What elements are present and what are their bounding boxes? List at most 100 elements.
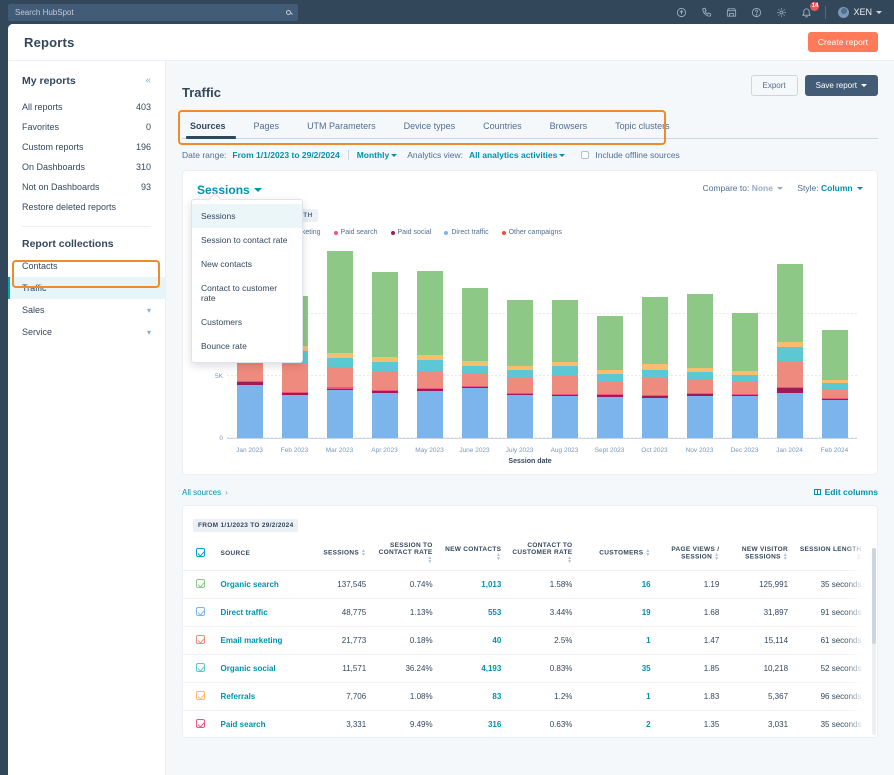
bar-segment-organic-search[interactable] (551, 300, 578, 363)
bar-segment-other-campaigns[interactable] (596, 381, 623, 395)
sidebar-item-all-reports[interactable]: All reports 403 (8, 97, 165, 117)
row-checkbox[interactable] (196, 663, 206, 672)
stacked-bar[interactable] (506, 300, 533, 438)
cell-new-contacts[interactable]: 1,013 (436, 570, 506, 599)
global-search[interactable] (8, 3, 298, 21)
bar-segment-direct-traffic[interactable] (821, 400, 848, 438)
collapse-sidebar-icon[interactable]: « (145, 76, 151, 86)
bar-segment-other-campaigns[interactable] (416, 370, 443, 389)
create-report-button[interactable]: Create report (807, 32, 878, 52)
tab-device-types[interactable]: Device types (390, 114, 470, 138)
chart-bar-column[interactable]: Dec 2023 (722, 267, 767, 454)
cell-customers[interactable]: 19 (576, 598, 655, 627)
source-link[interactable]: Direct traffic (221, 608, 293, 618)
scrollbar-thumb[interactable] (872, 548, 876, 644)
chart-bar-column[interactable]: Aug 2023 (542, 267, 587, 454)
bar-segment-direct-traffic[interactable] (731, 396, 758, 438)
phone-icon[interactable] (700, 6, 713, 19)
select-all-checkbox[interactable] (196, 547, 206, 557)
bar-segment-organic-search[interactable] (371, 272, 398, 357)
bar-segment-other-campaigns[interactable] (686, 379, 713, 394)
tab-pages[interactable]: Pages (240, 114, 294, 138)
source-link[interactable]: Organic social (221, 664, 293, 674)
bar-segment-organic-search[interactable] (596, 316, 623, 370)
bar-segment-other-campaigns[interactable] (461, 372, 488, 386)
stacked-bar[interactable] (641, 296, 668, 438)
row-checkbox[interactable] (196, 719, 206, 728)
bar-segment-organic-search[interactable] (506, 300, 533, 367)
notifications-bell-icon[interactable]: 14 (800, 1, 820, 19)
bar-segment-direct-traffic[interactable] (551, 396, 578, 438)
metric-link[interactable]: 1,013 (481, 580, 501, 589)
sidebar-item-sales[interactable]: Sales ▾ (8, 299, 165, 321)
bar-segment-direct-traffic[interactable] (371, 392, 398, 438)
source-link[interactable]: Email marketing (221, 636, 293, 646)
bar-segment-other-campaigns[interactable] (281, 364, 308, 393)
metric-link[interactable]: 1 (646, 692, 650, 701)
account-menu[interactable]: XEN (838, 6, 882, 18)
include-offline-checkbox[interactable] (581, 151, 590, 159)
legend-item-paid-social[interactable]: Paid social (390, 229, 431, 236)
metric-link[interactable]: 553 (488, 608, 501, 617)
column-header-page-views-per-session[interactable]: PAGE VIEWS / SESSION ▲ ▼ (654, 536, 724, 571)
settings-gear-icon[interactable] (775, 6, 788, 19)
breadcrumb-all-sources[interactable]: All sources (182, 488, 221, 497)
save-report-button[interactable]: Save report (804, 75, 878, 96)
chevron-down-icon[interactable]: ▾ (147, 328, 151, 337)
bar-segment-direct-traffic[interactable] (596, 397, 623, 438)
table-row[interactable]: Organic social 11,571 36.24% 4,193 0.83% 35 1.… (183, 654, 877, 683)
export-button[interactable]: Export (750, 75, 798, 96)
dropdown-item-new-contacts[interactable]: New contacts (192, 252, 302, 276)
bar-segment-direct-traffic[interactable] (776, 393, 803, 438)
stacked-bar[interactable] (371, 272, 398, 438)
dropdown-item-bounce-rate[interactable]: Bounce rate (192, 334, 302, 358)
stacked-bar[interactable] (416, 270, 443, 438)
table-row[interactable]: Email marketing 21,773 0.18% 40 2.5% 1 1.47 15,… (183, 626, 877, 655)
bar-segment-direct-traffic[interactable] (641, 397, 668, 438)
metric-link[interactable]: 316 (488, 720, 501, 729)
column-header-sessions[interactable]: SESSIONS ▲ ▼ (296, 536, 371, 571)
tab-topic-clusters[interactable]: Topic clusters (601, 114, 684, 138)
sidebar-item-restore-deleted-reports[interactable]: Restore deleted reports (8, 197, 165, 217)
row-checkbox[interactable] (196, 607, 206, 616)
bar-segment-organic-social[interactable] (461, 365, 488, 373)
bar-segment-organic-social[interactable] (686, 372, 713, 380)
search-input[interactable] (15, 7, 286, 17)
stacked-bar[interactable] (776, 263, 803, 438)
stacked-bar[interactable] (461, 288, 488, 438)
bar-segment-organic-search[interactable] (821, 330, 848, 380)
marketplace-icon[interactable] (725, 6, 738, 19)
metric-dropdown-menu[interactable]: Sessions Session to contact rate New con… (191, 199, 303, 363)
stacked-bar[interactable] (731, 313, 758, 438)
column-header-new-visitor-sessions[interactable]: NEW VISITOR SESSIONS ▲ ▼ (723, 536, 793, 571)
bar-segment-organic-search[interactable] (326, 251, 353, 354)
cell-new-contacts[interactable]: 4,193 (436, 654, 506, 683)
table-scroll-area[interactable]: SOURCE SESSIONS ▲ ▼ SESSION TO CONTACT RAT… (183, 536, 877, 737)
sidebar-item-favorites[interactable]: Favorites 0 (8, 117, 165, 137)
table-row[interactable]: Direct traffic 48,775 1.13% 553 3.44% 19 1.68 3… (183, 598, 877, 627)
metric-link[interactable]: 19 (642, 608, 651, 617)
bar-segment-direct-traffic[interactable] (281, 394, 308, 438)
stacked-bar[interactable] (596, 316, 623, 438)
sidebar-item-on-dashboards[interactable]: On Dashboards 310 (8, 157, 165, 177)
bar-segment-organic-social[interactable] (551, 366, 578, 376)
chart-bar-column[interactable]: July 2023 (497, 267, 542, 454)
cell-new-contacts[interactable]: 83 (436, 682, 506, 711)
date-range-value[interactable]: From 1/1/2023 to 29/2/2024 (232, 150, 339, 160)
bar-segment-organic-search[interactable] (641, 296, 668, 364)
chart-bar-column[interactable]: Nov 2023 (677, 267, 722, 454)
cell-new-contacts[interactable]: 40 (436, 626, 506, 655)
column-header-contact-to-customer-rate[interactable]: CONTACT TO CUSTOMER RATE▲ ▼ (505, 536, 577, 571)
cell-customers[interactable]: 1 (576, 682, 655, 711)
cell-new-contacts[interactable]: 553 (436, 598, 506, 627)
sidebar-item-custom-reports[interactable]: Custom reports 196 (8, 137, 165, 157)
bar-segment-organic-social[interactable] (596, 374, 623, 382)
dropdown-item-contact-to-customer-rate[interactable]: Contact to customer rate (192, 276, 302, 310)
column-header-session-length[interactable]: SESSION LENGTH▲ ▼ (792, 536, 866, 571)
upgrade-icon[interactable] (675, 6, 688, 19)
tab-utm-parameters[interactable]: UTM Parameters (293, 114, 390, 138)
bar-segment-organic-search[interactable] (731, 313, 758, 372)
bar-segment-organic-social[interactable] (506, 370, 533, 378)
bar-segment-other-campaigns[interactable] (506, 377, 533, 393)
table-scrollbar[interactable] (872, 548, 876, 735)
